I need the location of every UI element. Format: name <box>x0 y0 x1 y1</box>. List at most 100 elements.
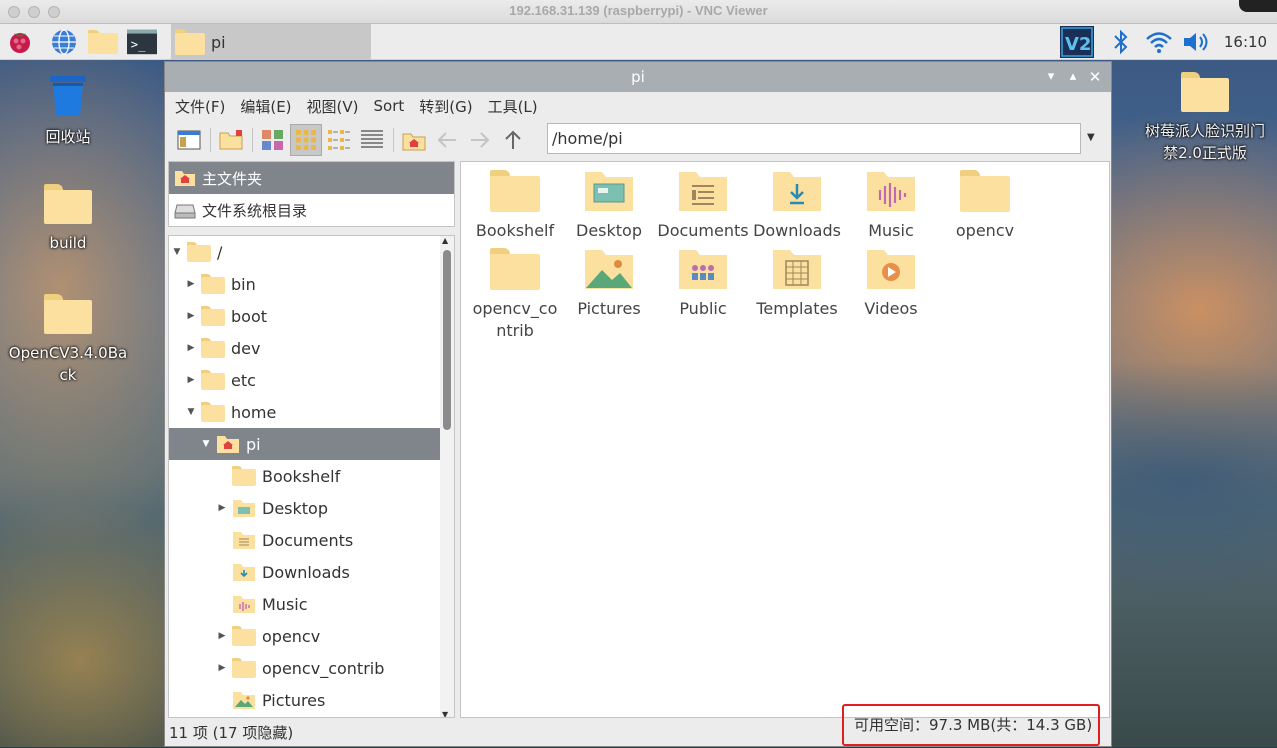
file-item-templates[interactable]: Templates <box>750 248 844 320</box>
file-item-videos[interactable]: Videos <box>844 248 938 320</box>
icon-view-button[interactable] <box>257 124 289 156</box>
folder-icon <box>490 248 540 290</box>
forward-button[interactable] <box>464 124 496 156</box>
taskbar-task-label: pi <box>211 32 226 52</box>
minimize-icon[interactable]: ▾ <box>1041 62 1061 92</box>
list-view-icon <box>361 130 383 148</box>
folder-icon <box>1181 72 1229 112</box>
file-item-label: Music <box>868 221 914 240</box>
thumbnail-view-button[interactable] <box>290 124 322 156</box>
desktop-icon-build[interactable]: build <box>8 184 128 254</box>
free-space-highlight: 可用空间：97.3 MB(共：14.3 GB) <box>842 704 1100 746</box>
close-icon[interactable]: ✕ <box>1085 62 1105 92</box>
file-manager-window: pi ▾ ▴ ✕ 文件(F) 编辑(E) 视图(V) Sort 转到(G) 工具… <box>164 61 1112 747</box>
expander-open-icon[interactable]: ▼ <box>183 407 199 417</box>
menu-go[interactable]: 转到(G) <box>419 96 472 117</box>
tree-item-music[interactable]: Music <box>169 588 442 620</box>
pictures-folder-icon <box>233 692 255 709</box>
expander-closed-icon[interactable]: ▶ <box>214 503 230 513</box>
tree-item-desktop[interactable]: ▶ Desktop <box>169 492 442 524</box>
address-bar[interactable]: /home/pi <box>547 123 1081 154</box>
file-item-desktop[interactable]: Desktop <box>562 170 656 242</box>
new-tab-button[interactable] <box>215 124 247 156</box>
volume-icon[interactable] <box>1181 24 1213 60</box>
tree-item-dev[interactable]: ▶ dev <box>169 332 442 364</box>
up-button[interactable] <box>497 124 529 156</box>
tree-item-etc[interactable]: ▶ etc <box>169 364 442 396</box>
file-manager-icon[interactable] <box>88 28 118 56</box>
tree-label: etc <box>231 370 256 390</box>
clock[interactable]: 16:10 <box>1218 24 1273 60</box>
expander-closed-icon[interactable]: ▶ <box>214 631 230 641</box>
desktop-icon-label: build <box>49 234 87 252</box>
file-item-opencv-contrib[interactable]: opencv_contrib <box>468 248 562 342</box>
tree-item-home[interactable]: ▼ home <box>169 396 442 428</box>
tree-item-documents[interactable]: Documents <box>169 524 442 556</box>
tree-label: Music <box>262 594 308 614</box>
menu-sort[interactable]: Sort <box>374 97 405 115</box>
tree-item-root[interactable]: ▼ / <box>169 236 442 268</box>
tree-item-bin[interactable]: ▶ bin <box>169 268 442 300</box>
menu-file[interactable]: 文件(F) <box>175 96 225 117</box>
tree-item-opencv-contrib[interactable]: ▶ opencv_contrib <box>169 652 442 684</box>
desktop-icon-opencv-back[interactable]: OpenCV3.4.0Back <box>8 294 128 386</box>
file-item-music[interactable]: Music <box>844 170 938 242</box>
compact-view-button[interactable] <box>323 124 355 156</box>
new-window-button[interactable] <box>173 124 205 156</box>
web-browser-icon[interactable] <box>49 28 79 56</box>
desktop-icon-trash[interactable]: 回收站 <box>8 74 128 148</box>
menu-view[interactable]: 视图(V) <box>307 96 359 117</box>
maximize-icon[interactable]: ▴ <box>1063 62 1083 92</box>
file-item-label: Videos <box>864 299 918 318</box>
vnc-icon[interactable]: V2 <box>1059 24 1095 60</box>
tree-label: Desktop <box>262 498 328 518</box>
directory-tree: ▼ / ▶ bin ▶ boot ▶ dev ▶ etc ▼ home ▼ pi… <box>168 235 455 718</box>
downloads-folder-icon <box>773 172 821 211</box>
status-bar: 11 项 (17 项隐藏) 可用空间：97.3 MB(共：14.3 GB) <box>165 704 1111 748</box>
terminal-icon[interactable]: >_ <box>127 28 157 56</box>
scroll-up-icon[interactable]: ▲ <box>442 236 448 245</box>
chevron-down-icon[interactable]: ▼ <box>1087 132 1095 143</box>
expander-closed-icon[interactable]: ▶ <box>183 375 199 385</box>
taskbar-task-pi[interactable]: pi <box>171 24 371 60</box>
file-item-downloads[interactable]: Downloads <box>750 170 844 242</box>
tree-label: pi <box>246 434 261 454</box>
toolbar: /home/pi ▼ <box>165 120 1111 160</box>
place-home[interactable]: 主文件夹 <box>169 162 454 194</box>
place-filesystem-root[interactable]: 文件系统根目录 <box>169 194 454 226</box>
file-item-public[interactable]: Public <box>656 248 750 320</box>
tree-item-boot[interactable]: ▶ boot <box>169 300 442 332</box>
folder-icon <box>201 370 225 390</box>
list-view-button[interactable] <box>356 124 388 156</box>
expander-closed-icon[interactable]: ▶ <box>183 279 199 289</box>
scrollbar-thumb[interactable] <box>443 250 451 430</box>
tree-item-pi[interactable]: ▼ pi <box>169 428 442 460</box>
home-icon <box>175 171 195 186</box>
raspberry-menu-icon[interactable] <box>5 28 35 56</box>
tree-item-downloads[interactable]: Downloads <box>169 556 442 588</box>
wifi-icon[interactable] <box>1144 24 1174 60</box>
bluetooth-icon[interactable] <box>1108 24 1134 60</box>
expander-closed-icon[interactable]: ▶ <box>183 343 199 353</box>
expander-closed-icon[interactable]: ▶ <box>183 311 199 321</box>
expander-open-icon[interactable]: ▼ <box>169 247 185 257</box>
expander-open-icon[interactable]: ▼ <box>198 439 214 449</box>
arrow-left-icon <box>437 132 456 148</box>
file-item-pictures[interactable]: Pictures <box>562 248 656 320</box>
tree-item-bookshelf[interactable]: Bookshelf <box>169 460 442 492</box>
file-item-opencv[interactable]: opencv <box>938 170 1032 242</box>
file-item-documents[interactable]: Documents <box>656 170 750 242</box>
tree-item-opencv[interactable]: ▶ opencv <box>169 620 442 652</box>
home-button[interactable] <box>398 124 430 156</box>
scroll-down-icon[interactable]: ▼ <box>442 710 448 717</box>
menu-tools[interactable]: 工具(L) <box>488 96 538 117</box>
back-button[interactable] <box>431 124 463 156</box>
desktop-icon-face-recognition[interactable]: 树莓派人脸识别门禁2.0正式版 <box>1145 72 1265 164</box>
expander-closed-icon[interactable]: ▶ <box>214 663 230 673</box>
file-item-bookshelf[interactable]: Bookshelf <box>468 170 562 242</box>
tree-item-pictures[interactable]: Pictures <box>169 684 442 716</box>
window-titlebar[interactable]: pi ▾ ▴ ✕ <box>165 62 1111 92</box>
tree-scrollbar[interactable]: ▲ ▼ <box>440 236 454 717</box>
folder-icon <box>175 29 205 55</box>
menu-edit[interactable]: 编辑(E) <box>240 96 291 117</box>
